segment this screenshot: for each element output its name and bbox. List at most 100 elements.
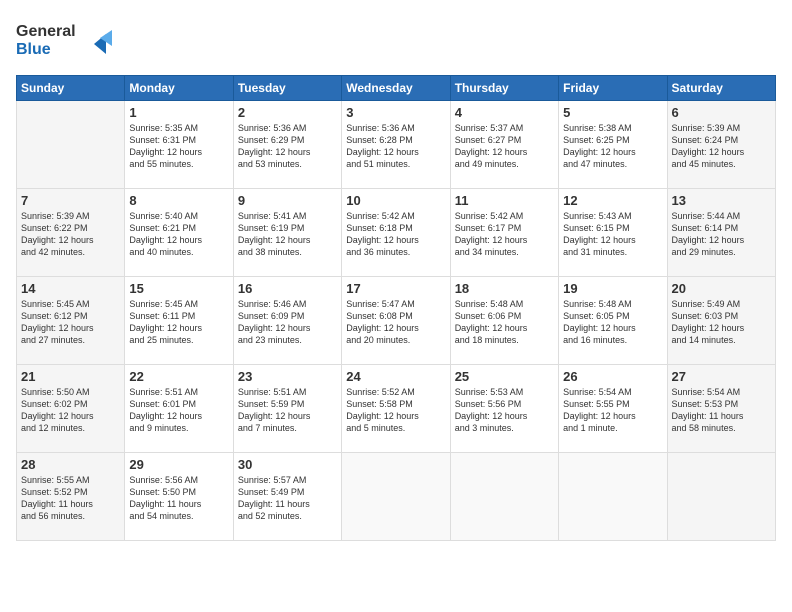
day-number: 27: [672, 369, 771, 384]
week-row-2: 7Sunrise: 5:39 AM Sunset: 6:22 PM Daylig…: [17, 189, 776, 277]
day-number: 28: [21, 457, 120, 472]
weekday-header-tuesday: Tuesday: [233, 76, 341, 101]
header: General Blue: [16, 16, 776, 65]
cell-info: Sunrise: 5:36 AM Sunset: 6:29 PM Dayligh…: [238, 122, 337, 171]
cell-info: Sunrise: 5:57 AM Sunset: 5:49 PM Dayligh…: [238, 474, 337, 523]
weekday-header-saturday: Saturday: [667, 76, 775, 101]
day-number: 18: [455, 281, 554, 296]
calendar-cell: 2 Sunrise: 5:36 AM Sunset: 6:29 PM Daylig…: [233, 101, 341, 189]
cell-info: Sunrise: 5:52 AM Sunset: 5:58 PM Dayligh…: [346, 386, 445, 435]
cell-info: Sunrise: 5:50 AM Sunset: 6:02 PM Dayligh…: [21, 386, 120, 435]
calendar-cell: 4 Sunrise: 5:37 AM Sunset: 6:27 PM Daylig…: [450, 101, 558, 189]
cell-info: Sunrise: 5:49 AM Sunset: 6:03 PM Dayligh…: [672, 298, 771, 347]
day-number: 30: [238, 457, 337, 472]
cell-info: Sunrise: 5:48 AM Sunset: 6:05 PM Dayligh…: [563, 298, 662, 347]
calendar-cell: [450, 453, 558, 541]
cell-info: Sunrise: 5:39 AM Sunset: 6:24 PM Dayligh…: [672, 122, 771, 171]
cell-info: Sunrise: 5:35 AM Sunset: 6:31 PM Dayligh…: [129, 122, 228, 171]
calendar-cell: 8Sunrise: 5:40 AM Sunset: 6:21 PM Daylig…: [125, 189, 233, 277]
calendar-cell: [667, 453, 775, 541]
week-row-4: 21 Sunrise: 5:50 AM Sunset: 6:02 PM Dayli…: [17, 365, 776, 453]
calendar-cell: 3 Sunrise: 5:36 AM Sunset: 6:28 PM Daylig…: [342, 101, 450, 189]
weekday-header-wednesday: Wednesday: [342, 76, 450, 101]
calendar-cell: 6 Sunrise: 5:39 AM Sunset: 6:24 PM Daylig…: [667, 101, 775, 189]
day-number: 23: [238, 369, 337, 384]
calendar-cell: 12 Sunrise: 5:43 AM Sunset: 6:15 PM Dayli…: [559, 189, 667, 277]
day-number: 3: [346, 105, 445, 120]
day-number: 16: [238, 281, 337, 296]
cell-info: Sunrise: 5:47 AM Sunset: 6:08 PM Dayligh…: [346, 298, 445, 347]
day-number: 1: [129, 105, 228, 120]
cell-info: Sunrise: 5:40 AM Sunset: 6:21 PM Dayligh…: [129, 210, 228, 259]
week-row-3: 14Sunrise: 5:45 AM Sunset: 6:12 PM Dayli…: [17, 277, 776, 365]
calendar-cell: 26Sunrise: 5:54 AM Sunset: 5:55 PM Dayli…: [559, 365, 667, 453]
logo: General Blue: [16, 16, 126, 65]
calendar-cell: 27 Sunrise: 5:54 AM Sunset: 5:53 PM Dayli…: [667, 365, 775, 453]
calendar-cell: [17, 101, 125, 189]
calendar-cell: 30 Sunrise: 5:57 AM Sunset: 5:49 PM Dayli…: [233, 453, 341, 541]
cell-info: Sunrise: 5:46 AM Sunset: 6:09 PM Dayligh…: [238, 298, 337, 347]
cell-info: Sunrise: 5:54 AM Sunset: 5:53 PM Dayligh…: [672, 386, 771, 435]
day-number: 13: [672, 193, 771, 208]
day-number: 19: [563, 281, 662, 296]
calendar-cell: 14Sunrise: 5:45 AM Sunset: 6:12 PM Dayli…: [17, 277, 125, 365]
cell-info: Sunrise: 5:51 AM Sunset: 5:59 PM Dayligh…: [238, 386, 337, 435]
day-number: 20: [672, 281, 771, 296]
day-number: 5: [563, 105, 662, 120]
calendar-cell: 20 Sunrise: 5:49 AM Sunset: 6:03 PM Dayli…: [667, 277, 775, 365]
day-number: 21: [21, 369, 120, 384]
cell-info: Sunrise: 5:54 AM Sunset: 5:55 PM Dayligh…: [563, 386, 662, 435]
week-row-5: 28 Sunrise: 5:55 AM Sunset: 5:52 PM Dayli…: [17, 453, 776, 541]
calendar-cell: 22 Sunrise: 5:51 AM Sunset: 6:01 PM Dayli…: [125, 365, 233, 453]
cell-info: Sunrise: 5:38 AM Sunset: 6:25 PM Dayligh…: [563, 122, 662, 171]
calendar-cell: [342, 453, 450, 541]
day-number: 12: [563, 193, 662, 208]
day-number: 11: [455, 193, 554, 208]
day-number: 2: [238, 105, 337, 120]
calendar-cell: 15 Sunrise: 5:45 AM Sunset: 6:11 PM Dayli…: [125, 277, 233, 365]
weekday-header-sunday: Sunday: [17, 76, 125, 101]
calendar-cell: 21 Sunrise: 5:50 AM Sunset: 6:02 PM Dayli…: [17, 365, 125, 453]
weekday-header-monday: Monday: [125, 76, 233, 101]
weekday-header-friday: Friday: [559, 76, 667, 101]
day-number: 22: [129, 369, 228, 384]
cell-info: Sunrise: 5:41 AM Sunset: 6:19 PM Dayligh…: [238, 210, 337, 259]
day-number: 29: [129, 457, 228, 472]
calendar-cell: 16 Sunrise: 5:46 AM Sunset: 6:09 PM Dayli…: [233, 277, 341, 365]
cell-info: Sunrise: 5:36 AM Sunset: 6:28 PM Dayligh…: [346, 122, 445, 171]
weekday-header-row: SundayMondayTuesdayWednesdayThursdayFrid…: [17, 76, 776, 101]
cell-info: Sunrise: 5:37 AM Sunset: 6:27 PM Dayligh…: [455, 122, 554, 171]
calendar-cell: 13Sunrise: 5:44 AM Sunset: 6:14 PM Dayli…: [667, 189, 775, 277]
cell-info: Sunrise: 5:51 AM Sunset: 6:01 PM Dayligh…: [129, 386, 228, 435]
calendar-cell: 25Sunrise: 5:53 AM Sunset: 5:56 PM Dayli…: [450, 365, 558, 453]
svg-text:Blue: Blue: [16, 41, 51, 58]
calendar-cell: 7Sunrise: 5:39 AM Sunset: 6:22 PM Daylig…: [17, 189, 125, 277]
logo-text: General Blue: [16, 16, 126, 65]
cell-info: Sunrise: 5:43 AM Sunset: 6:15 PM Dayligh…: [563, 210, 662, 259]
cell-info: Sunrise: 5:48 AM Sunset: 6:06 PM Dayligh…: [455, 298, 554, 347]
day-number: 15: [129, 281, 228, 296]
cell-info: Sunrise: 5:42 AM Sunset: 6:17 PM Dayligh…: [455, 210, 554, 259]
cell-info: Sunrise: 5:42 AM Sunset: 6:18 PM Dayligh…: [346, 210, 445, 259]
calendar-cell: 17 Sunrise: 5:47 AM Sunset: 6:08 PM Dayli…: [342, 277, 450, 365]
svg-text:General: General: [16, 23, 76, 40]
day-number: 4: [455, 105, 554, 120]
calendar-cell: 5 Sunrise: 5:38 AM Sunset: 6:25 PM Daylig…: [559, 101, 667, 189]
calendar-cell: 19 Sunrise: 5:48 AM Sunset: 6:05 PM Dayli…: [559, 277, 667, 365]
day-number: 17: [346, 281, 445, 296]
cell-info: Sunrise: 5:55 AM Sunset: 5:52 PM Dayligh…: [21, 474, 120, 523]
cell-info: Sunrise: 5:45 AM Sunset: 6:11 PM Dayligh…: [129, 298, 228, 347]
day-number: 24: [346, 369, 445, 384]
weekday-header-thursday: Thursday: [450, 76, 558, 101]
calendar-cell: 10 Sunrise: 5:42 AM Sunset: 6:18 PM Dayli…: [342, 189, 450, 277]
calendar-cell: 29Sunrise: 5:56 AM Sunset: 5:50 PM Dayli…: [125, 453, 233, 541]
week-row-1: 1 Sunrise: 5:35 AM Sunset: 6:31 PM Daylig…: [17, 101, 776, 189]
calendar-cell: 18 Sunrise: 5:48 AM Sunset: 6:06 PM Dayli…: [450, 277, 558, 365]
day-number: 25: [455, 369, 554, 384]
calendar-cell: 24 Sunrise: 5:52 AM Sunset: 5:58 PM Dayli…: [342, 365, 450, 453]
day-number: 10: [346, 193, 445, 208]
day-number: 14: [21, 281, 120, 296]
calendar-table: SundayMondayTuesdayWednesdayThursdayFrid…: [16, 75, 776, 541]
day-number: 6: [672, 105, 771, 120]
calendar-cell: [559, 453, 667, 541]
